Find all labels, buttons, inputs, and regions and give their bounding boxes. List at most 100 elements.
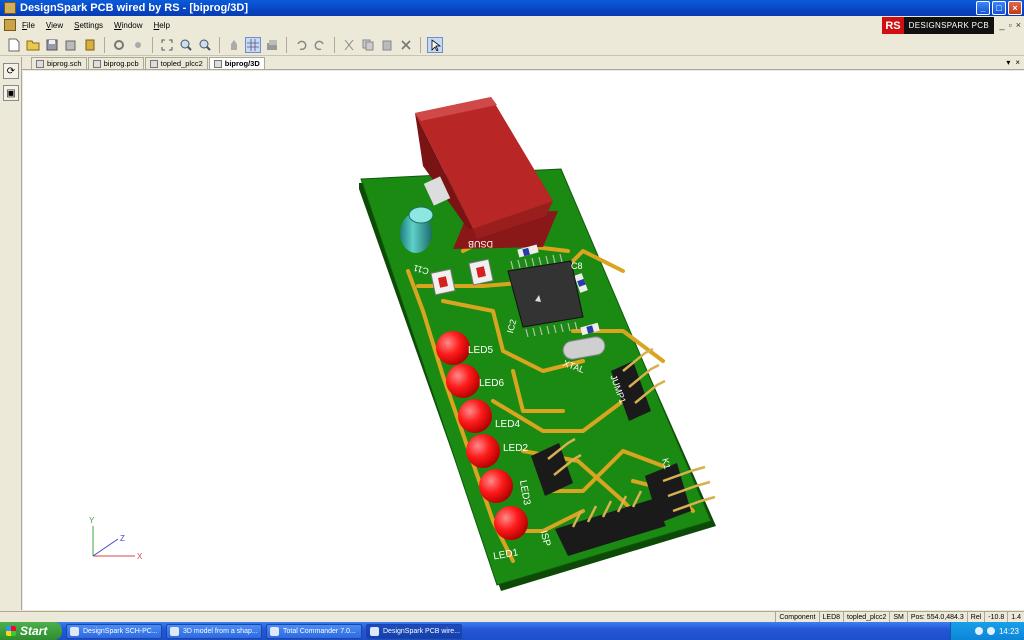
paste-icon[interactable] (379, 37, 395, 53)
axis-gizmo: Y X Z (89, 516, 143, 561)
led-3[interactable] (479, 469, 513, 503)
minimize-button[interactable]: _ (976, 1, 990, 15)
refresh-view-icon[interactable]: ⟳ (3, 63, 19, 79)
new-document-icon[interactable] (6, 37, 22, 53)
start-button[interactable]: Start (0, 622, 62, 640)
zoom-out-icon[interactable] (197, 37, 213, 53)
mdi-controls: _ ▫ × (1000, 20, 1021, 30)
redo-icon[interactable] (312, 37, 328, 53)
menu-window[interactable]: Window (114, 21, 142, 30)
status-rel-label: Rel (966, 612, 985, 622)
grid-settings-icon[interactable] (130, 37, 146, 53)
led-1[interactable] (494, 506, 528, 540)
mdi-close-button[interactable]: × (1016, 20, 1021, 30)
menu-view[interactable]: View (46, 21, 63, 30)
taskbar-item-total-commander[interactable]: Total Commander 7.0... (266, 623, 362, 639)
document-tabs: biprog.sch biprog.pcb topled_plcc2 bipro… (22, 57, 1024, 70)
zoom-in-icon[interactable] (178, 37, 194, 53)
window-title: DesignSpark PCB wired by RS - [biprog/3D… (20, 2, 248, 14)
app-icon[interactable] (4, 2, 16, 14)
taskbar-item-3d-model[interactable]: 3D model from a shap... (166, 623, 262, 639)
taskbar-item-designspark-pcb[interactable]: DesignSpark PCB wire... (366, 623, 462, 639)
schematic-icon (36, 59, 44, 68)
document-menu-icon[interactable] (4, 19, 16, 31)
tab-close-button[interactable]: × (1015, 58, 1020, 67)
toolbar-separator (219, 36, 220, 53)
status-units: SM (889, 612, 907, 622)
3d-view-icon (213, 59, 222, 68)
pcb-icon (92, 59, 101, 68)
label-led6: LED6 (479, 378, 504, 389)
save-all-icon[interactable] (63, 37, 79, 53)
mdi-minimize-button[interactable]: _ (1000, 20, 1005, 30)
grid-toggle-icon[interactable] (245, 36, 261, 53)
tab-biprog-sch[interactable]: biprog.sch (31, 57, 87, 69)
menu-file[interactable]: File (22, 21, 35, 30)
status-mode: Component (775, 612, 818, 622)
browser-icon (70, 626, 79, 636)
main-toolbar (0, 34, 1024, 56)
component-box-icon[interactable]: ▣ (3, 85, 19, 101)
label-led2: LED2 (503, 443, 528, 454)
status-bar: Component LED8 topled_plcc2 SM Pos: 554.… (0, 611, 1024, 622)
windows-taskbar: Start DesignSpark SCH-PC... 3D model fro… (0, 622, 1024, 640)
volume-icon[interactable] (986, 627, 995, 635)
layers-icon[interactable] (264, 37, 280, 53)
undo-icon[interactable] (293, 37, 309, 53)
led-2[interactable] (466, 434, 500, 468)
label-c8: C8 (571, 261, 583, 271)
select-pointer-icon[interactable] (427, 36, 443, 53)
3d-viewport[interactable]: DSUB C11 C8 IC2 XTAL JUMP1 LED5 LED6 LED… (23, 71, 1024, 610)
tab-biprog-3d[interactable]: biprog/3D (208, 57, 265, 69)
settings-icon[interactable] (111, 37, 127, 53)
tab-biprog-pcb[interactable]: biprog.pcb (87, 57, 144, 69)
total-commander-icon (270, 626, 279, 636)
windows-flag-icon (6, 626, 16, 636)
app-window: DesignSpark PCB wired by RS - [biprog/3D… (0, 0, 1024, 622)
axis-x-label: X (137, 552, 143, 561)
library-icon[interactable] (82, 37, 98, 53)
cut-icon[interactable] (341, 37, 357, 53)
status-position: Pos: 554.0,484.3 (906, 612, 967, 622)
toolbar-separator (152, 36, 153, 53)
axis-z-label: Z (120, 534, 125, 543)
save-icon[interactable] (44, 37, 60, 53)
browser-icon (170, 626, 179, 636)
open-folder-icon[interactable] (25, 37, 41, 53)
pcb-3d-render[interactable]: DSUB C11 C8 IC2 XTAL JUMP1 LED5 LED6 LED… (23, 71, 1024, 610)
status-rel-value: -10.8 (984, 612, 1007, 622)
axis-y-label: Y (89, 516, 95, 525)
title-bar[interactable]: DesignSpark PCB wired by RS - [biprog/3D… (0, 0, 1024, 16)
maximize-button[interactable]: □ (992, 1, 1006, 15)
clock[interactable]: 14:23 (999, 627, 1019, 636)
label-dsub: DSUB (468, 239, 493, 249)
left-panel: ⟳ ▣ (0, 57, 22, 610)
toolbar-separator (104, 36, 105, 53)
delete-icon[interactable] (398, 37, 414, 53)
network-icon[interactable] (974, 627, 983, 635)
toolbar-separator (286, 36, 287, 53)
system-tray: 14:23 (950, 622, 1024, 640)
led-4[interactable] (458, 399, 492, 433)
led-6[interactable] (446, 364, 480, 398)
menu-settings[interactable]: Settings (74, 21, 103, 30)
toolbar-separator (334, 36, 335, 53)
label-led5: LED5 (468, 345, 493, 356)
tab-list-button[interactable]: ▾ (1006, 58, 1010, 67)
mdi-restore-button[interactable]: ▫ (1009, 20, 1012, 30)
copy-icon[interactable] (360, 37, 376, 53)
taskbar-item-designspark-sch[interactable]: DesignSpark SCH-PC... (66, 623, 162, 639)
menu-help[interactable]: Help (154, 21, 170, 30)
zoom-fit-icon[interactable] (159, 37, 175, 53)
footprint-icon (149, 59, 158, 68)
menu-bar: File View Settings Window Help (0, 16, 1024, 34)
status-footprint: topled_plcc2 (843, 612, 889, 622)
pan-icon[interactable] (226, 37, 242, 53)
led-5[interactable] (436, 331, 470, 365)
tab-topled-plcc2[interactable]: topled_plcc2 (144, 57, 208, 69)
designspark-logo: RS DESIGNSPARK PCB (882, 17, 994, 34)
close-button[interactable]: × (1008, 1, 1022, 15)
status-rel-value-2: 1.4 (1007, 612, 1024, 622)
designspark-icon (370, 626, 379, 636)
status-component: LED8 (818, 612, 844, 622)
